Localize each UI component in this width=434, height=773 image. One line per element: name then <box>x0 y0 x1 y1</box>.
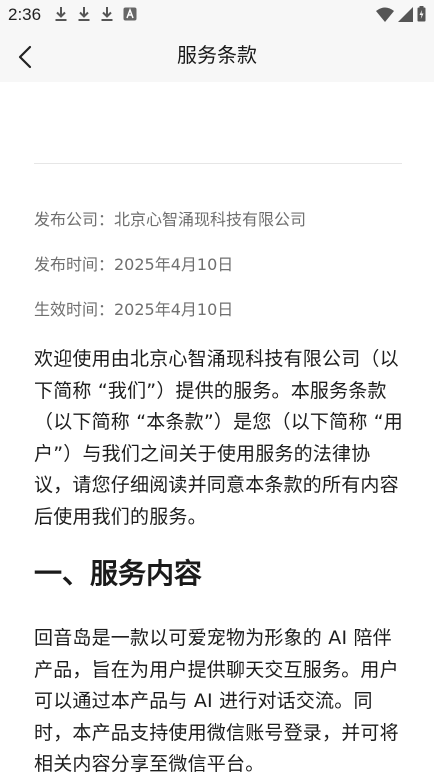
download-icon <box>54 6 68 22</box>
publisher-text: 发布公司：北京心智涌现科技有限公司 <box>34 210 307 229</box>
page-title: 服务条款 <box>177 43 257 67</box>
cell-signal-icon <box>398 6 413 22</box>
app-notification-icon <box>123 7 137 21</box>
section-heading: 一、服务内容 <box>34 557 203 590</box>
status-bar: 2:36 <box>0 0 434 30</box>
publish-date-text: 发布时间：2025年4月10日 <box>34 255 234 274</box>
download-icon <box>77 6 91 22</box>
download-icon <box>100 6 114 22</box>
section-paragraph: 回音岛是一款以可爱宠物为形象的 AI 陪伴产品，旨在为用户提供聊天交互服务。用户… <box>34 627 399 773</box>
intro-paragraph: 欢迎使用由北京心智涌现科技有限公司（以下简称 “我们”）提供的服务。本服务条款（… <box>34 348 404 528</box>
wifi-icon <box>376 7 394 22</box>
status-system-icons <box>376 6 426 22</box>
screen: 2:36 服务条款 发布公司：北京心智涌现科技有限公司 发布时间：2025年4月… <box>0 0 434 773</box>
divider <box>34 163 402 164</box>
app-bar: 服务条款 <box>0 30 434 82</box>
effective-date-text: 生效时间：2025年4月10日 <box>34 300 234 319</box>
battery-icon <box>417 6 426 22</box>
status-notification-icons <box>54 6 137 22</box>
status-time: 2:36 <box>8 5 42 24</box>
